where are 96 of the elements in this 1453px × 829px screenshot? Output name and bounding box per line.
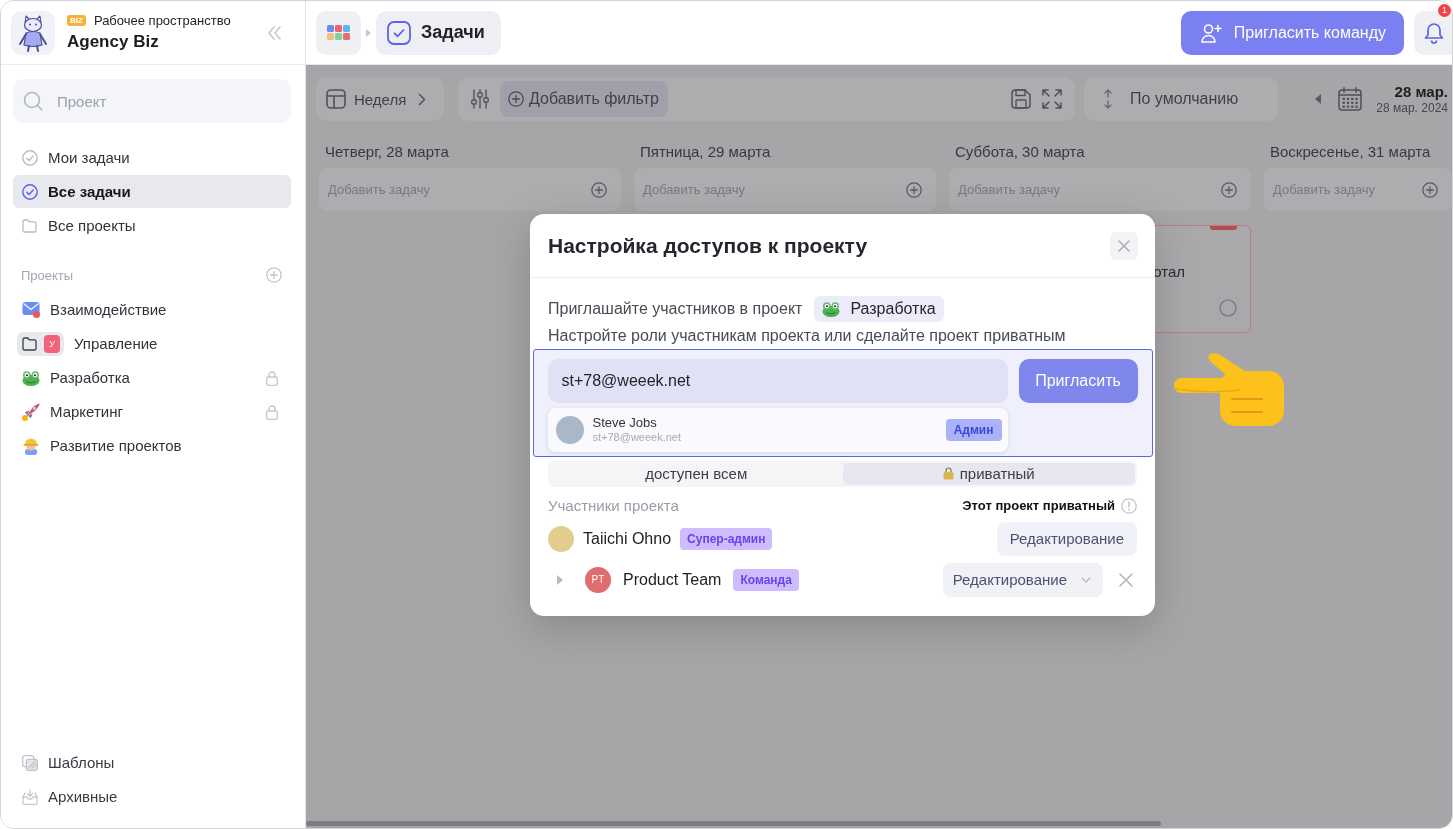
nav-item[interactable]: Все проекты bbox=[13, 209, 291, 242]
task-title: отал bbox=[1153, 263, 1185, 280]
sort-selector[interactable]: По умолчанию bbox=[1084, 77, 1278, 121]
save-icon[interactable] bbox=[1011, 89, 1031, 109]
check-circle-icon bbox=[22, 149, 38, 166]
project-item[interactable]: Маркетинг bbox=[13, 395, 291, 428]
user-plus-icon bbox=[1200, 22, 1222, 43]
chevron-right-icon bbox=[418, 92, 426, 106]
plan-badge: BIZ bbox=[67, 15, 86, 26]
plus-circle-icon[interactable] bbox=[591, 181, 607, 198]
nav-item[interactable]: Все задачи bbox=[13, 175, 291, 208]
chevron-down-icon bbox=[1081, 576, 1091, 583]
section-heading: Проекты bbox=[21, 267, 74, 283]
calendar-icon[interactable] bbox=[1338, 87, 1363, 111]
project-item[interactable]: Развитие проектов bbox=[13, 429, 291, 462]
caret-left-icon[interactable] bbox=[1315, 94, 1322, 104]
caret-icon[interactable] bbox=[556, 574, 564, 585]
expand-icon[interactable] bbox=[1042, 89, 1062, 109]
project-item[interactable]: У Управление bbox=[13, 327, 291, 360]
project-item[interactable]: Разработка bbox=[13, 361, 291, 394]
check-square-icon bbox=[387, 20, 411, 45]
date-label: 28 мар. bbox=[1394, 83, 1448, 101]
info-icon[interactable] bbox=[1121, 497, 1137, 514]
privacy-note: Этот проект приватный bbox=[962, 498, 1115, 513]
view-selector[interactable]: Неделя bbox=[316, 77, 444, 121]
notification-badge: 1 bbox=[1438, 3, 1451, 17]
sort-arrows-icon bbox=[1102, 89, 1114, 109]
bell-icon bbox=[1423, 21, 1445, 44]
visibility-option[interactable]: приватный bbox=[842, 462, 1135, 485]
frog-icon bbox=[822, 301, 841, 317]
remove-icon[interactable] bbox=[1119, 572, 1133, 587]
workspace-name: Agency Biz bbox=[67, 32, 160, 52]
column-title: Воскресенье, 31 марта bbox=[1269, 143, 1431, 161]
column-title: Пятница, 29 марта bbox=[639, 143, 771, 161]
table-icon bbox=[326, 89, 346, 109]
plus-circle-icon[interactable] bbox=[906, 181, 922, 198]
column-title: Суббота, 30 марта bbox=[954, 143, 1085, 161]
close-icon bbox=[1118, 239, 1130, 252]
inbox-tray-icon bbox=[22, 788, 38, 805]
team-avatar: PT bbox=[585, 566, 611, 593]
email-field[interactable]: st+78@weeek.net bbox=[547, 358, 1008, 403]
modal-title: Настройка доступов к проекту bbox=[548, 233, 868, 258]
close-button[interactable] bbox=[1110, 231, 1138, 260]
project-name: Разработка bbox=[850, 300, 936, 318]
visibility-option[interactable]: доступен всем bbox=[550, 462, 843, 485]
folder-icon bbox=[22, 336, 38, 351]
app-grid-icon bbox=[327, 25, 350, 40]
project-item[interactable]: Взаимодействие bbox=[13, 293, 291, 326]
member-name: Taiichi Ohno bbox=[583, 529, 672, 548]
section-heading: Участники проекта bbox=[548, 497, 679, 514]
plus-circle-icon[interactable] bbox=[1221, 181, 1237, 198]
priority-marker bbox=[1210, 226, 1237, 230]
scrollbar[interactable] bbox=[306, 821, 1161, 826]
suggestion-item[interactable]: Steve Jobs st+78@weeek.net Админ bbox=[547, 407, 1008, 452]
cat-icon bbox=[11, 10, 55, 55]
search-field[interactable]: Проект bbox=[13, 79, 291, 123]
letter-badge: У bbox=[44, 334, 60, 353]
nav-item[interactable]: Шаблоны bbox=[13, 746, 291, 779]
double-chevron-icon[interactable] bbox=[267, 25, 281, 40]
plus-circle-icon[interactable] bbox=[1422, 181, 1438, 198]
frog-icon bbox=[22, 369, 40, 386]
suggestion-name: Steve Jobs bbox=[592, 415, 658, 430]
breadcrumb-item[interactable]: Задачи bbox=[376, 10, 501, 55]
permission-dropdown[interactable]: Редактирование bbox=[942, 562, 1103, 597]
sliders-icon[interactable] bbox=[471, 89, 489, 109]
permission-button[interactable]: Редактирование bbox=[996, 521, 1137, 556]
column-title: Четверг, 28 марта bbox=[324, 143, 449, 161]
apps-button[interactable] bbox=[316, 10, 361, 55]
avatar bbox=[555, 415, 584, 444]
folder-icon bbox=[22, 218, 38, 233]
caret-icon bbox=[366, 28, 371, 37]
role-badge: Команда bbox=[733, 568, 799, 591]
rocket-icon bbox=[22, 402, 40, 421]
template-icon bbox=[22, 754, 38, 771]
nav-item[interactable]: Архивные bbox=[13, 780, 291, 813]
search-icon bbox=[23, 91, 43, 111]
plus-circle-icon[interactable] bbox=[266, 267, 282, 283]
plus-circle-icon bbox=[508, 91, 524, 107]
role-badge: Супер-админ bbox=[680, 527, 773, 550]
member-name: Product Team bbox=[623, 570, 722, 589]
status-circle-icon[interactable] bbox=[1219, 299, 1237, 317]
check-circle-icon bbox=[22, 183, 38, 200]
workspace-label: Рабочее пространство bbox=[93, 13, 231, 28]
avatar bbox=[548, 525, 574, 552]
role-badge: Админ bbox=[945, 418, 1002, 441]
envelope-icon bbox=[22, 301, 40, 318]
search-input[interactable]: Проект bbox=[57, 89, 281, 113]
lock-icon bbox=[942, 467, 954, 480]
roles-text: Настройте роли участникам проекта или сделайте проект приватным bbox=[548, 326, 1067, 346]
date-subtitle: 28 мар. 2024 bbox=[1376, 101, 1448, 115]
invite-text: Приглашайте участников в проект bbox=[548, 300, 803, 318]
suggestion-email: st+78@weeek.net bbox=[592, 431, 682, 444]
worker-icon bbox=[22, 436, 40, 455]
pointing-hand-icon bbox=[1174, 352, 1284, 426]
add-filter-button[interactable]: Добавить фильтр bbox=[500, 81, 668, 117]
nav-item[interactable]: Мои задачи bbox=[13, 141, 291, 174]
